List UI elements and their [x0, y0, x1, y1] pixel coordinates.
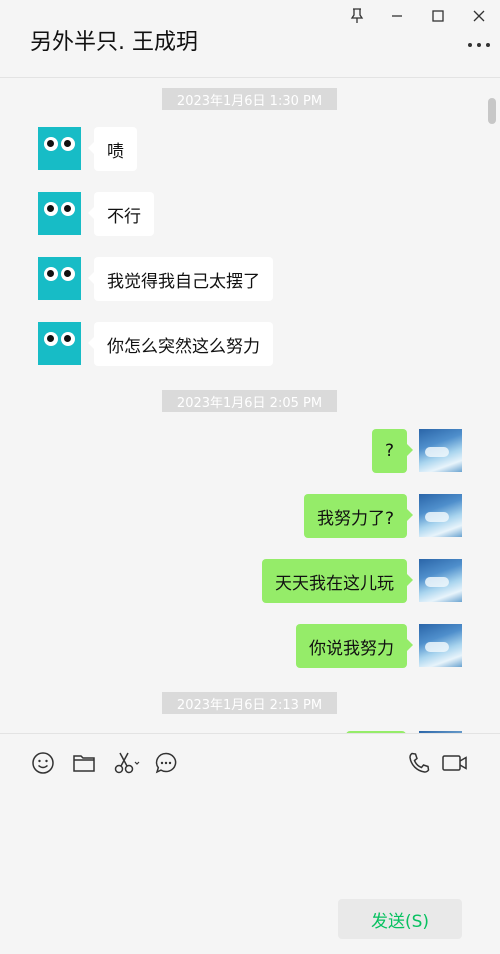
outgoing-message[interactable]: 我努力了?: [303, 494, 414, 538]
outgoing-message[interactable]: 天天我在这儿玩: [262, 559, 413, 603]
outgoing-message[interactable]: 你说我努力: [296, 624, 413, 668]
my-avatar[interactable]: [419, 429, 462, 472]
phone-icon[interactable]: [407, 751, 433, 777]
my-avatar[interactable]: [419, 624, 462, 667]
more-dots-icon[interactable]: [468, 40, 490, 50]
input-area[interactable]: 发送(S): [0, 733, 500, 954]
chat-scrollbar[interactable]: [488, 98, 496, 124]
chat-title: 另外半只. 王成玥: [30, 30, 198, 55]
contact-avatar[interactable]: [38, 127, 81, 170]
timestamp-label: 2023年1月6日 2:13 PM: [162, 692, 337, 714]
incoming-message[interactable]: 啧: [88, 127, 137, 171]
chat-history-icon[interactable]: [154, 751, 180, 777]
timestamp-label: 2023年1月6日 2:05 PM: [162, 390, 337, 412]
minimize-icon[interactable]: [386, 6, 408, 26]
title-bar: 另外半只. 王成玥: [0, 0, 500, 78]
send-button[interactable]: 发送(S): [338, 899, 462, 939]
scissors-icon[interactable]: [113, 751, 140, 777]
contact-avatar[interactable]: [38, 322, 81, 365]
pin-icon[interactable]: [346, 6, 368, 26]
contact-avatar[interactable]: [38, 192, 81, 235]
incoming-message[interactable]: 不行: [88, 192, 154, 236]
incoming-message[interactable]: 你怎么突然这么努力: [88, 322, 273, 366]
message-list[interactable]: 2023年1月6日 1:30 PM 啧 不行 我觉得我自己太摆了 你怎么突然这么…: [0, 78, 500, 733]
folder-icon[interactable]: [72, 751, 98, 777]
incoming-message[interactable]: 我觉得我自己太摆了: [88, 257, 273, 301]
timestamp-label: 2023年1月6日 1:30 PM: [162, 88, 337, 110]
video-icon[interactable]: [441, 751, 469, 777]
emoji-icon[interactable]: [31, 751, 57, 777]
close-icon[interactable]: [468, 6, 490, 26]
contact-avatar[interactable]: [38, 257, 81, 300]
outgoing-message[interactable]: ?: [371, 429, 414, 473]
my-avatar[interactable]: [419, 494, 462, 537]
my-avatar[interactable]: [419, 559, 462, 602]
maximize-icon[interactable]: [427, 6, 449, 26]
